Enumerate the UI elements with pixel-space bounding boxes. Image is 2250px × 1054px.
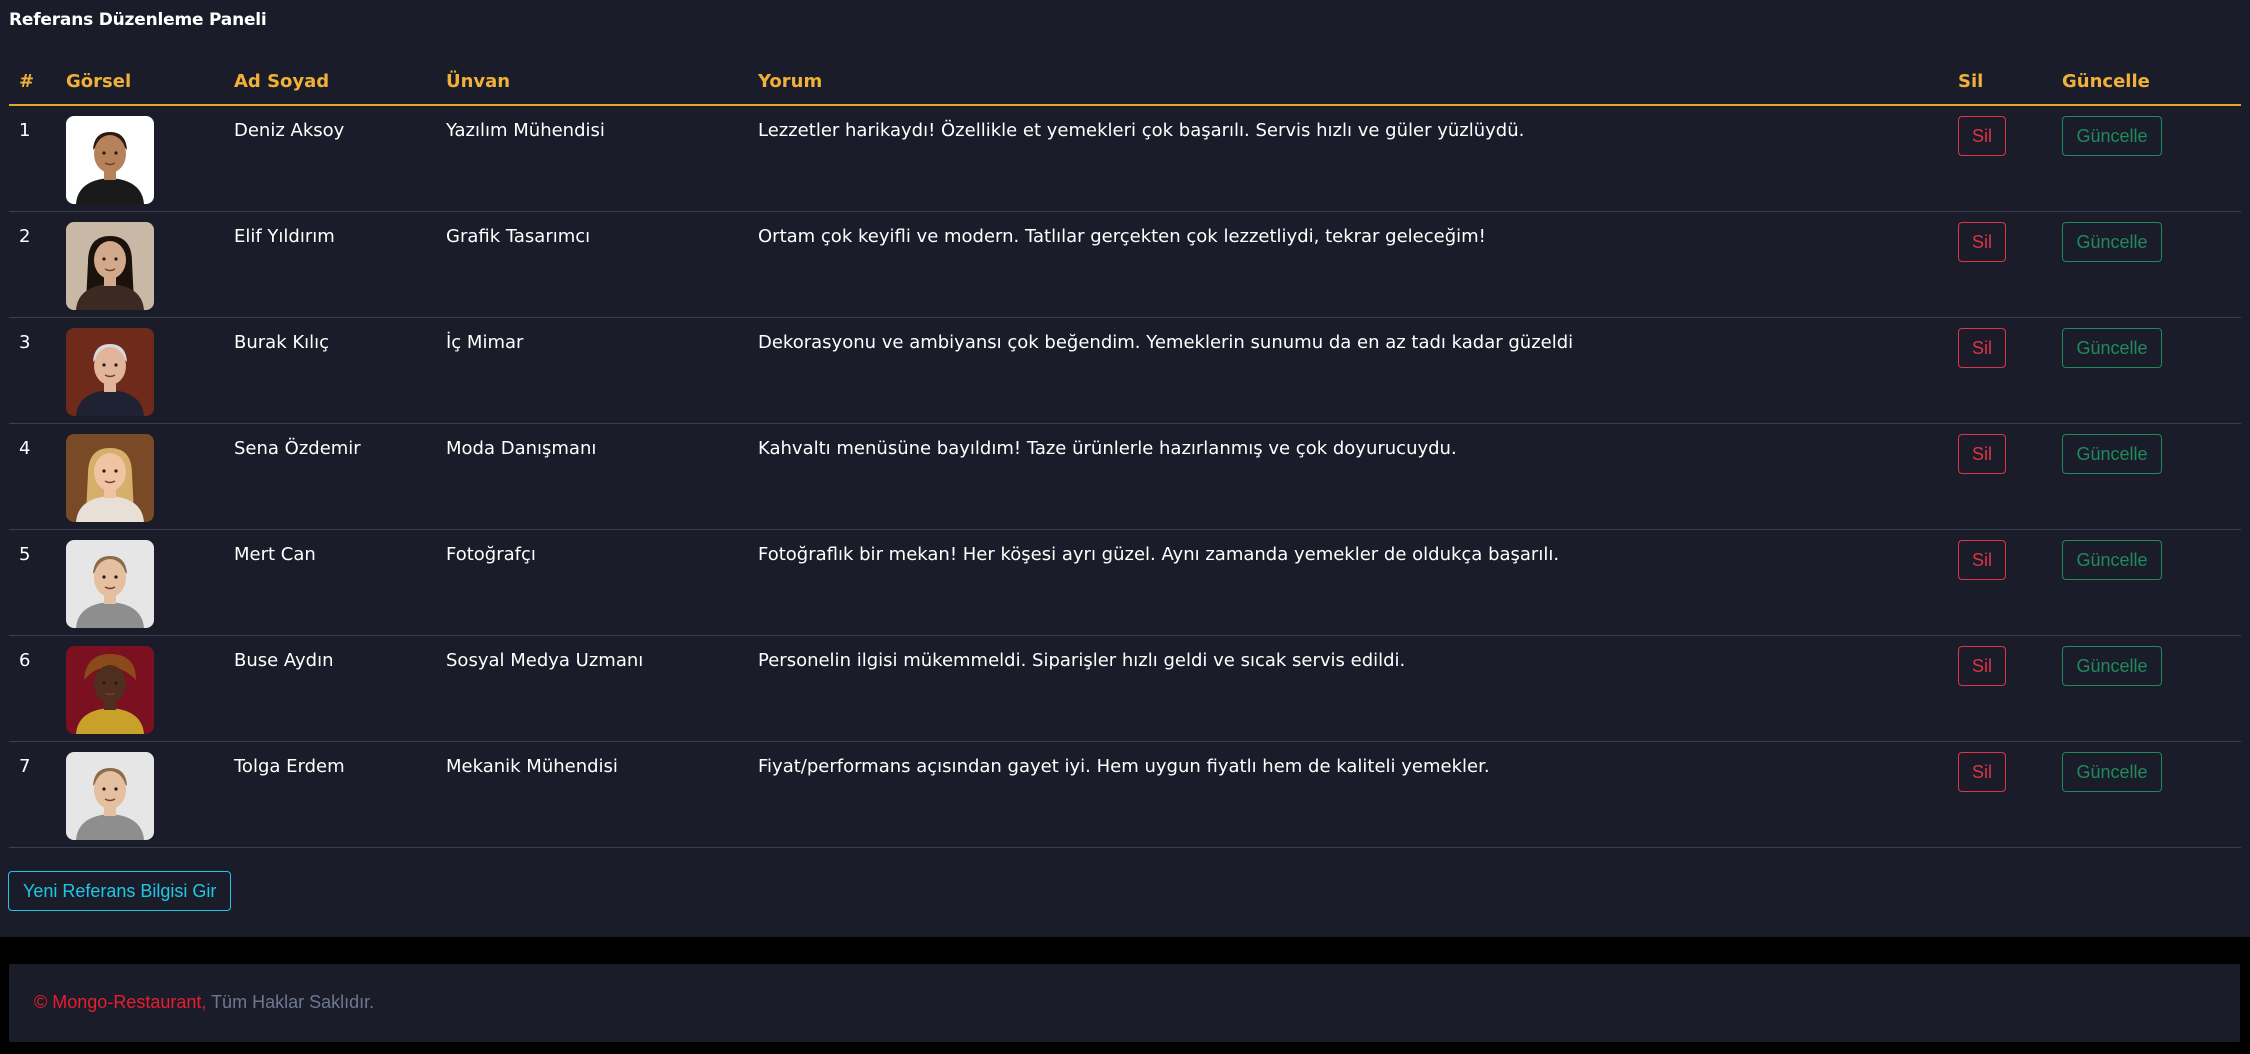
row-number: 2 xyxy=(9,211,56,318)
row-name: Elif Yıldırım xyxy=(224,211,436,318)
row-title: Mekanik Mühendisi xyxy=(436,741,748,848)
page-title: Referans Düzenleme Paneli xyxy=(9,10,267,30)
update-button[interactable]: Güncelle xyxy=(2062,645,2162,686)
footer-text: © Mongo-Restaurant, Tüm Haklar Saklıdır. xyxy=(34,992,374,1013)
column-header-image: Görsel xyxy=(56,58,224,106)
row-update-cell: Güncelle xyxy=(2052,423,2241,530)
reference-panel: Referans Düzenleme Paneli # Görsel Ad So… xyxy=(0,0,2250,937)
table-row: 3 Burak Kılıç İç Mimar Dekorasyonu ve am… xyxy=(9,317,2241,424)
update-button[interactable]: Güncelle xyxy=(2062,751,2162,792)
row-image-cell xyxy=(56,423,224,530)
row-title: Moda Danışmanı xyxy=(436,423,748,530)
footer: © Mongo-Restaurant, Tüm Haklar Saklıdır. xyxy=(9,964,2240,1042)
delete-button[interactable]: Sil xyxy=(1958,221,2006,262)
column-header-delete: Sil xyxy=(1948,58,2052,106)
update-button[interactable]: Güncelle xyxy=(2062,221,2162,262)
row-name: Deniz Aksoy xyxy=(224,105,436,212)
row-delete-cell: Sil xyxy=(1948,211,2052,318)
row-number: 7 xyxy=(9,741,56,848)
avatar xyxy=(66,116,154,204)
row-number: 1 xyxy=(9,105,56,212)
row-name: Tolga Erdem xyxy=(224,741,436,848)
update-button[interactable]: Güncelle xyxy=(2062,327,2162,368)
row-title: Fotoğrafçı xyxy=(436,529,748,636)
table-row: 6 Buse Aydın Sosyal Medya Uzmanı Persone… xyxy=(9,635,2241,742)
row-image-cell xyxy=(56,635,224,742)
row-delete-cell: Sil xyxy=(1948,423,2052,530)
row-delete-cell: Sil xyxy=(1948,105,2052,212)
row-number: 6 xyxy=(9,635,56,742)
footer-brand-link[interactable]: Mongo-Restaurant, xyxy=(52,992,206,1012)
column-header-number: # xyxy=(9,58,56,106)
row-number: 3 xyxy=(9,317,56,424)
delete-button[interactable]: Sil xyxy=(1958,433,2006,474)
row-comment: Ortam çok keyifli ve modern. Tatlılar ge… xyxy=(748,211,1948,318)
row-name: Buse Aydın xyxy=(224,635,436,742)
row-image-cell xyxy=(56,317,224,424)
row-update-cell: Güncelle xyxy=(2052,529,2241,636)
table-row: 7 Tolga Erdem Mekanik Mühendisi Fiyat/pe… xyxy=(9,741,2241,848)
row-name: Sena Özdemir xyxy=(224,423,436,530)
row-comment: Kahvaltı menüsüne bayıldım! Taze ürünler… xyxy=(748,423,1948,530)
copyright-symbol: © xyxy=(34,992,48,1012)
row-delete-cell: Sil xyxy=(1948,741,2052,848)
row-name: Burak Kılıç xyxy=(224,317,436,424)
avatar xyxy=(66,645,154,734)
row-delete-cell: Sil xyxy=(1948,635,2052,742)
avatar xyxy=(66,539,154,628)
footer-rights: Tüm Haklar Saklıdır. xyxy=(211,992,375,1012)
row-update-cell: Güncelle xyxy=(2052,211,2241,318)
row-image-cell xyxy=(56,529,224,636)
row-image-cell xyxy=(56,105,224,212)
row-delete-cell: Sil xyxy=(1948,317,2052,424)
row-update-cell: Güncelle xyxy=(2052,317,2241,424)
update-button[interactable]: Güncelle xyxy=(2062,116,2162,156)
row-title: İç Mimar xyxy=(436,317,748,424)
table-row: 5 Mert Can Fotoğrafçı Fotoğraflık bir me… xyxy=(9,529,2241,636)
references-table: # Görsel Ad Soyad Ünvan Yorum Sil Güncel… xyxy=(9,58,2241,848)
update-button[interactable]: Güncelle xyxy=(2062,539,2162,580)
row-image-cell xyxy=(56,741,224,848)
table-row: 4 Sena Özdemir Moda Danışmanı Kahvaltı m… xyxy=(9,423,2241,530)
delete-button[interactable]: Sil xyxy=(1958,539,2006,580)
table-header-row: # Görsel Ad Soyad Ünvan Yorum Sil Güncel… xyxy=(9,58,2241,106)
row-comment: Fotoğraflık bir mekan! Her köşesi ayrı g… xyxy=(748,529,1948,636)
delete-button[interactable]: Sil xyxy=(1958,751,2006,792)
row-update-cell: Güncelle xyxy=(2052,105,2241,212)
table-row: 2 Elif Yıldırım Grafik Tasarımcı Ortam ç… xyxy=(9,211,2241,318)
avatar xyxy=(66,327,154,416)
update-button[interactable]: Güncelle xyxy=(2062,433,2162,474)
row-comment: Fiyat/performans açısından gayet iyi. He… xyxy=(748,741,1948,848)
avatar xyxy=(66,433,154,522)
column-header-update: Güncelle xyxy=(2052,58,2241,106)
delete-button[interactable]: Sil xyxy=(1958,116,2006,156)
row-update-cell: Güncelle xyxy=(2052,741,2241,848)
row-title: Grafik Tasarımcı xyxy=(436,211,748,318)
row-name: Mert Can xyxy=(224,529,436,636)
column-header-comment: Yorum xyxy=(748,58,1948,106)
avatar xyxy=(66,751,154,840)
row-comment: Dekorasyonu ve ambiyansı çok beğendim. Y… xyxy=(748,317,1948,424)
row-title: Sosyal Medya Uzmanı xyxy=(436,635,748,742)
avatar xyxy=(66,221,154,310)
row-update-cell: Güncelle xyxy=(2052,635,2241,742)
row-comment: Personelin ilgisi mükemmeldi. Siparişler… xyxy=(748,635,1948,742)
delete-button[interactable]: Sil xyxy=(1958,327,2006,368)
row-comment: Lezzetler harikaydı! Özellikle et yemekl… xyxy=(748,105,1948,212)
row-title: Yazılım Mühendisi xyxy=(436,105,748,212)
row-delete-cell: Sil xyxy=(1948,529,2052,636)
table-row: 1 Deniz Aksoy Yazılım Mühendisi Lezzetle… xyxy=(9,105,2241,212)
column-header-title: Ünvan xyxy=(436,58,748,106)
row-number: 4 xyxy=(9,423,56,530)
column-header-name: Ad Soyad xyxy=(224,58,436,106)
new-reference-button[interactable]: Yeni Referans Bilgisi Gir xyxy=(8,871,232,911)
delete-button[interactable]: Sil xyxy=(1958,645,2006,686)
row-image-cell xyxy=(56,211,224,318)
row-number: 5 xyxy=(9,529,56,636)
